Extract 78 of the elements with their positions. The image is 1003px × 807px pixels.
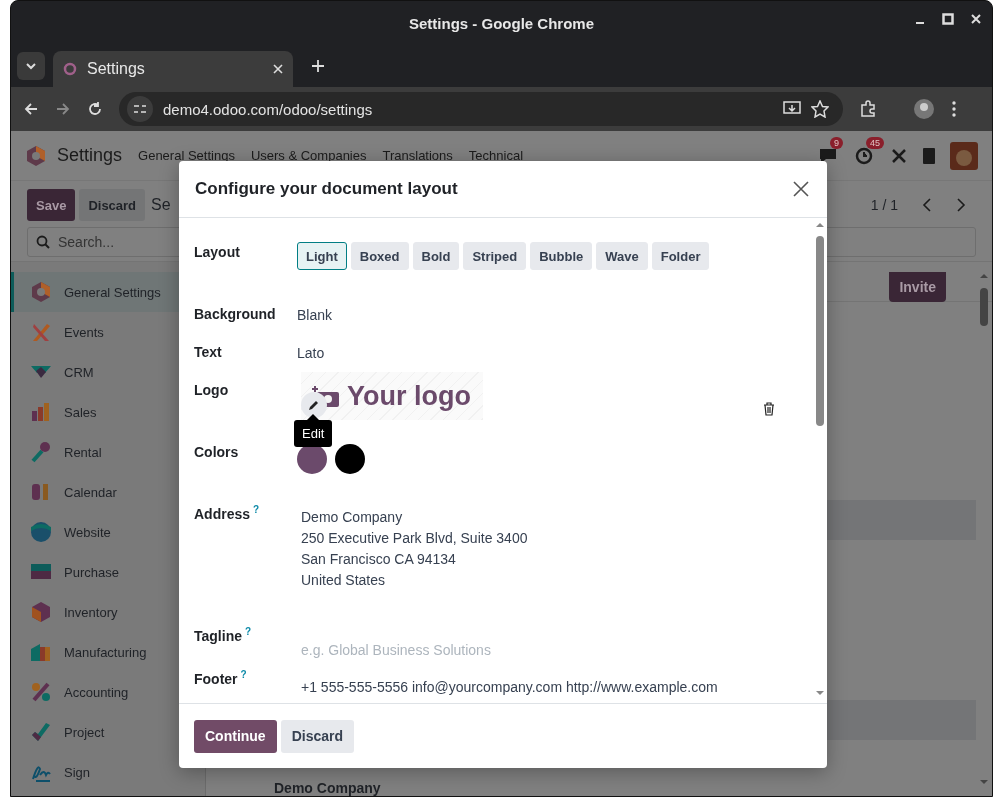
- menu-item[interactable]: Users & Companies: [250, 148, 367, 163]
- cross-icon: [30, 321, 52, 343]
- field-label: Text: [194, 343, 222, 360]
- logo-field[interactable]: Your logo: [301, 372, 483, 420]
- breadcrumb: Se: [151, 196, 171, 214]
- back-icon[interactable]: [23, 101, 39, 117]
- app-name: Settings: [57, 145, 123, 166]
- close-button[interactable]: [791, 179, 811, 199]
- profile-icon[interactable]: [913, 98, 935, 120]
- forward-icon[interactable]: [55, 101, 71, 117]
- ring-icon: [63, 62, 77, 76]
- count-badge: 45: [866, 136, 884, 149]
- pencil-icon: [308, 399, 320, 411]
- plus-icon[interactable]: [311, 59, 325, 73]
- caret-icon: [26, 62, 36, 70]
- color-swatch[interactable]: [335, 444, 365, 474]
- tooltip-pointer: [307, 414, 319, 420]
- search-icon: [36, 235, 50, 249]
- browser-tab[interactable]: Settings: [53, 51, 293, 87]
- close-icon[interactable]: [273, 64, 283, 74]
- sidebar-item[interactable]: Sign: [11, 752, 205, 792]
- tooltip: Edit: [294, 414, 333, 447]
- discard-button[interactable]: Discard: [280, 719, 354, 753]
- address-field[interactable]: Demo Company 250 Executive Park Blvd, Suite 3400 San Francisco CA 94134 United States: [297, 504, 797, 626]
- close-icon[interactable]: [970, 13, 982, 25]
- menu-item[interactable]: Technical: [468, 148, 524, 163]
- help-icon[interactable]: ?: [240, 669, 247, 680]
- star-icon[interactable]: [811, 100, 829, 118]
- bar-chart-icon: [30, 401, 52, 423]
- field-label: Address: [194, 505, 251, 522]
- cube-icon: [30, 601, 52, 623]
- extensions-icon[interactable]: [859, 100, 877, 118]
- address-bar[interactable]: demo4.odoo.com/odoo/settings: [119, 92, 843, 126]
- key-icon: [30, 441, 52, 463]
- layout-option[interactable]: Striped: [463, 242, 527, 270]
- field-label: Logo: [194, 381, 229, 398]
- percent-icon: [30, 681, 52, 703]
- factory-icon: [30, 641, 52, 663]
- logo-text: Your logo: [347, 380, 471, 412]
- layout-option[interactable]: Wave: [596, 242, 648, 270]
- count-badge: 9: [830, 136, 843, 149]
- invite-button[interactable]: Invite: [889, 272, 946, 302]
- hexagon-icon: [30, 281, 52, 303]
- window-title: Settings - Google Chrome: [409, 14, 594, 32]
- dialog-title: Configure your document layout: [195, 179, 458, 199]
- menu-item[interactable]: Translations: [382, 148, 453, 163]
- checkmark-icon: [30, 721, 52, 743]
- maximize-icon[interactable]: [942, 13, 954, 25]
- field-value[interactable]: Blank: [297, 304, 797, 342]
- layout-option[interactable]: Bubble: [530, 242, 593, 270]
- help-icon[interactable]: ?: [244, 626, 252, 637]
- layout-option[interactable]: Bold: [412, 242, 460, 270]
- field-label: Layout: [194, 243, 240, 260]
- tools-icon[interactable]: [890, 146, 908, 165]
- menu-icon[interactable]: [951, 101, 957, 117]
- section-title: Demo Company: [273, 780, 381, 796]
- sidebar-item[interactable]: Purchase: [11, 552, 205, 592]
- avatar: [950, 141, 978, 170]
- layout-option[interactable]: Light: [297, 242, 347, 270]
- menu-item[interactable]: General Settings: [138, 148, 235, 163]
- site-settings-icon[interactable]: [127, 96, 153, 122]
- tab-search-button[interactable]: [17, 52, 45, 80]
- field-label: Footer: [194, 670, 238, 687]
- pager-text: 1 / 1: [870, 197, 898, 213]
- layout-option[interactable]: Folder: [651, 242, 710, 270]
- discard-button[interactable]: Discard: [79, 189, 146, 221]
- url-text: demo4.odoo.com/odoo/settings: [163, 100, 374, 118]
- layout-option[interactable]: Boxed: [350, 242, 409, 270]
- clock-icon[interactable]: [854, 145, 874, 166]
- hexagon-icon[interactable]: [25, 144, 47, 167]
- trash-icon[interactable]: [763, 402, 775, 416]
- continue-button[interactable]: Continue: [194, 719, 277, 753]
- save-button[interactable]: Save: [27, 189, 76, 221]
- field-label: Colors: [194, 443, 239, 460]
- help-icon[interactable]: ?: [253, 504, 260, 515]
- reload-icon[interactable]: [87, 101, 103, 117]
- globe-icon: [30, 521, 52, 543]
- install-icon[interactable]: [783, 101, 801, 117]
